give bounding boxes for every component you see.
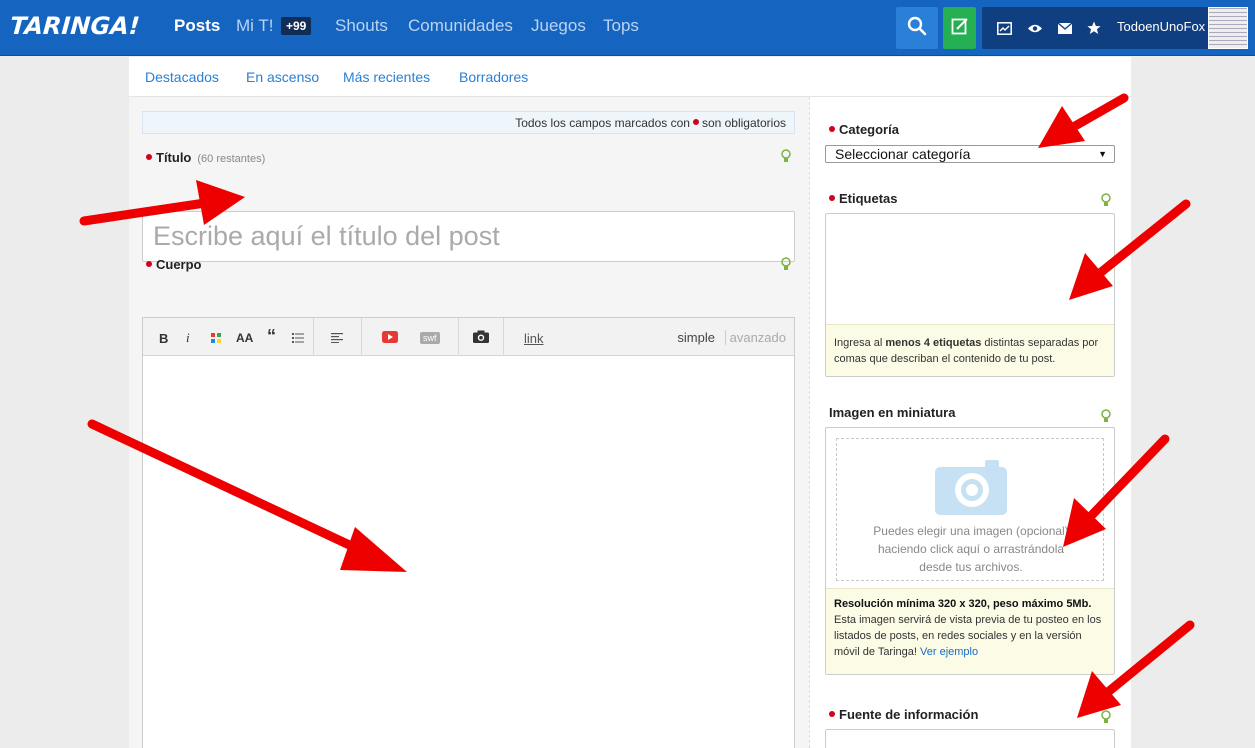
user-menu: TodoenUnoFox: [982, 7, 1248, 49]
body-editor[interactable]: B i AA “ swf link simple avanzado: [142, 317, 795, 748]
list-button[interactable]: [292, 330, 304, 346]
nav-tops[interactable]: Tops: [603, 16, 639, 36]
thumbnail-label: Imagen en miniatura: [829, 405, 956, 420]
eye-icon[interactable]: [1025, 18, 1045, 38]
new-post-button[interactable]: [943, 7, 976, 49]
tags-help-prefix: Ingresa al: [834, 337, 883, 349]
hint-bulb-icon[interactable]: [1101, 409, 1111, 423]
search-button[interactable]: [896, 7, 938, 49]
tags-label: Etiquetas: [829, 191, 898, 206]
source-label-text: Fuente de información: [839, 707, 979, 722]
avatar[interactable]: [1208, 7, 1248, 49]
camera-icon: [473, 330, 489, 346]
see-example-link[interactable]: Ver ejemplo: [920, 646, 978, 658]
taringa-logo[interactable]: TARINGA!: [9, 12, 141, 40]
required-note-prefix: Todos los campos marcados con: [515, 116, 690, 130]
top-navigation-bar: TARINGA! Posts Mi T! +99 Shouts Comunida…: [0, 0, 1255, 56]
post-form: Todos los campos marcados con son obligat…: [129, 97, 809, 748]
username[interactable]: TodoenUnoFox: [1117, 19, 1205, 34]
drop-line-3: desde tus archivos.: [919, 560, 1023, 574]
required-note-suffix: son obligatorios: [701, 116, 786, 130]
title-label-text: Título: [156, 150, 192, 165]
toolbar-divider: [361, 318, 362, 356]
source-label: Fuente de información: [829, 707, 978, 722]
thumbnail-help-text: Resolución mínima 320 x 320, peso máximo…: [826, 588, 1114, 674]
required-dot-icon: [692, 119, 699, 125]
search-icon: [907, 16, 927, 41]
thumbnail-help-bold: Resolución mínima 320 x 320, peso máximo…: [834, 598, 1092, 610]
notification-badge: +99: [281, 17, 312, 35]
drop-zone-text: Puedes elegir una imagen (opcional) haci…: [837, 522, 1105, 576]
required-dot-icon: [829, 195, 835, 201]
swf-button[interactable]: swf: [420, 330, 440, 346]
tags-help-text: Ingresa al menos 4 etiquetas distintas s…: [826, 324, 1114, 376]
nav-mi-t[interactable]: Mi T!: [236, 16, 273, 36]
required-dot-icon: [146, 261, 152, 267]
font-size-button[interactable]: AA: [236, 330, 253, 346]
required-fields-note: Todos los campos marcados con son obligat…: [142, 111, 795, 134]
hint-bulb-icon[interactable]: [781, 149, 791, 163]
toolbar-divider: [313, 318, 314, 356]
chevron-down-icon: ▼: [1098, 149, 1107, 159]
camera-icon: [935, 457, 1007, 520]
required-dot-icon: [146, 154, 152, 160]
mail-icon[interactable]: [1055, 18, 1075, 38]
content-panel: Destacados En ascenso Más recientes Borr…: [129, 57, 1131, 748]
subnav-mas-recientes[interactable]: Más recientes: [343, 69, 430, 85]
bold-button[interactable]: B: [159, 330, 168, 346]
drop-line-1: Puedes elegir una imagen (opcional): [873, 524, 1069, 538]
youtube-icon: [382, 330, 398, 346]
nav-comunidades[interactable]: Comunidades: [408, 16, 513, 36]
tags-input[interactable]: Ingresa al menos 4 etiquetas distintas s…: [825, 213, 1115, 377]
nav-posts[interactable]: Posts: [174, 16, 220, 36]
nav-shouts[interactable]: Shouts: [335, 16, 388, 36]
toolbar-divider: [503, 318, 504, 356]
nav-juegos[interactable]: Juegos: [531, 16, 586, 36]
category-selected-value: Seleccionar categoría: [835, 146, 971, 162]
drop-line-2: haciendo click aquí o arrastrándola: [877, 542, 1065, 556]
toolbar-divider: [458, 318, 459, 356]
category-label: Categoría: [829, 122, 899, 137]
body-label: Cuerpo: [146, 257, 202, 272]
mode-advanced-toggle[interactable]: avanzado: [724, 330, 786, 345]
body-label-text: Cuerpo: [156, 257, 202, 272]
image-drop-zone[interactable]: Puedes elegir una imagen (opcional) haci…: [836, 438, 1104, 581]
swf-icon: swf: [420, 332, 440, 344]
link-button[interactable]: link: [524, 330, 544, 346]
stats-icon[interactable]: [994, 18, 1014, 38]
subnav-en-ascenso[interactable]: En ascenso: [246, 69, 319, 85]
list-icon: [292, 331, 304, 346]
category-label-text: Categoría: [839, 122, 899, 137]
title-remaining-chars: (60 restantes): [197, 153, 266, 165]
thumbnail-uploader: Puedes elegir una imagen (opcional) haci…: [825, 427, 1115, 675]
youtube-button[interactable]: [382, 330, 398, 346]
quote-button[interactable]: “: [267, 326, 276, 346]
hint-bulb-icon[interactable]: [1101, 710, 1111, 724]
subnav-destacados[interactable]: Destacados: [145, 69, 219, 85]
editor-toolbar: B i AA “ swf link simple avanzado: [143, 318, 794, 356]
title-input[interactable]: Escribe aquí el título del post: [142, 211, 795, 262]
edit-icon: [951, 17, 969, 40]
color-grid-icon: [211, 331, 221, 346]
mode-simple-toggle[interactable]: simple: [677, 330, 715, 345]
star-icon[interactable]: [1084, 18, 1104, 38]
tags-label-text: Etiquetas: [839, 191, 898, 206]
italic-button[interactable]: i: [186, 330, 190, 346]
align-button[interactable]: [331, 330, 343, 346]
hint-bulb-icon[interactable]: [1101, 193, 1111, 207]
align-left-icon: [331, 331, 343, 346]
tags-help-bold: menos 4 etiquetas: [885, 337, 982, 349]
category-select[interactable]: Seleccionar categoría ▼: [825, 145, 1115, 163]
image-button[interactable]: [473, 330, 489, 346]
subnav-borradores[interactable]: Borradores: [459, 69, 528, 85]
hint-bulb-icon[interactable]: [781, 257, 791, 271]
post-sidebar: Categoría Seleccionar categoría ▼ Etique…: [809, 97, 1131, 748]
source-input[interactable]: [825, 729, 1115, 748]
title-label: Título (60 restantes): [146, 150, 265, 165]
required-dot-icon: [829, 126, 835, 132]
color-button[interactable]: [211, 330, 221, 346]
required-dot-icon: [829, 711, 835, 717]
